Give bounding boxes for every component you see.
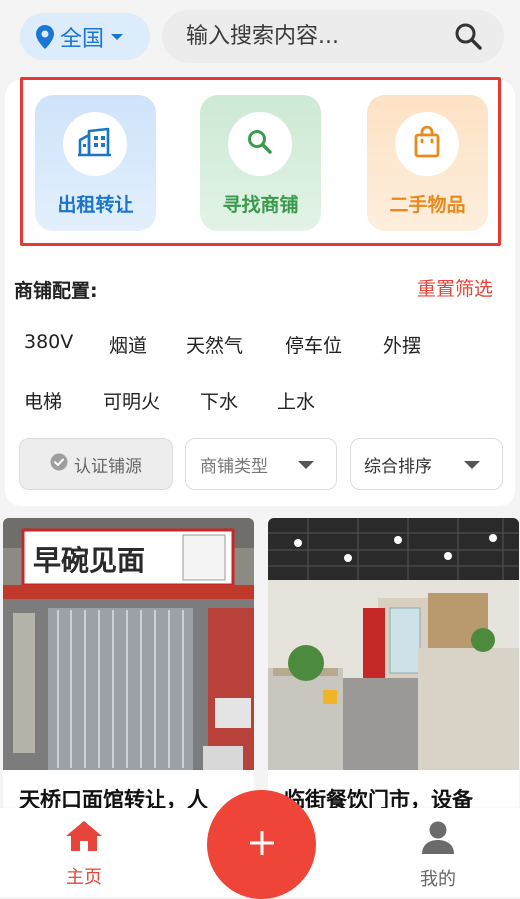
nav-home-label: 主页 bbox=[66, 867, 102, 888]
nav-mine[interactable]: 我的 bbox=[398, 820, 478, 891]
category-label: 出租转让 bbox=[57, 194, 134, 216]
category-label: 寻找商铺 bbox=[222, 194, 299, 216]
category-icon-circle bbox=[395, 112, 459, 176]
tag-water-supply[interactable]: 上水 bbox=[277, 387, 315, 414]
region-selector[interactable]: 全国 bbox=[20, 13, 150, 60]
tag-elevator[interactable]: 电梯 bbox=[24, 387, 62, 414]
listing-card[interactable]: 早碗见面 天桥口面馆转让，人 bbox=[3, 518, 254, 818]
category-second-hand[interactable]: 二手物品 bbox=[367, 95, 488, 231]
nav-home[interactable]: 主页 bbox=[44, 820, 124, 889]
verified-check-icon bbox=[50, 453, 68, 476]
tag-open-fire[interactable]: 可明火 bbox=[103, 387, 160, 414]
category-rent-transfer[interactable]: 出租转让 bbox=[35, 95, 156, 231]
tag-natural-gas[interactable]: 天然气 bbox=[186, 331, 243, 358]
region-label: 全国 bbox=[60, 26, 105, 52]
plus-icon bbox=[249, 830, 275, 860]
user-icon bbox=[421, 821, 455, 859]
home-icon bbox=[65, 821, 103, 857]
caret-down-icon bbox=[298, 461, 314, 469]
category-label: 二手物品 bbox=[389, 194, 466, 216]
nav-mine-label: 我的 bbox=[420, 869, 456, 890]
caret-down-icon bbox=[110, 32, 124, 42]
listing-photo bbox=[268, 518, 519, 770]
reset-filter-link[interactable]: 重置筛选 bbox=[417, 274, 493, 301]
location-pin-icon bbox=[36, 24, 54, 49]
search-bar bbox=[162, 10, 504, 63]
tag-chimney[interactable]: 烟道 bbox=[109, 331, 147, 358]
search-icon[interactable] bbox=[454, 22, 482, 56]
verified-label: 认证铺源 bbox=[74, 456, 142, 477]
tag-drainage[interactable]: 下水 bbox=[200, 387, 238, 414]
tag-parking[interactable]: 停车位 bbox=[285, 331, 342, 358]
add-post-button[interactable] bbox=[207, 790, 316, 899]
shop-config-title: 商铺配置: bbox=[14, 280, 98, 302]
shop-sign-text: 早碗见面 bbox=[33, 544, 145, 577]
category-icon-circle bbox=[63, 112, 127, 176]
shop-type-label: 商铺类型 bbox=[200, 456, 268, 477]
verified-source-toggle[interactable]: 认证铺源 bbox=[19, 438, 173, 490]
caret-down-icon bbox=[464, 461, 480, 469]
sort-dropdown[interactable]: 综合排序 bbox=[350, 438, 503, 490]
shopping-bag-icon bbox=[413, 125, 441, 162]
category-icon-circle bbox=[228, 112, 292, 176]
shop-type-dropdown[interactable]: 商铺类型 bbox=[185, 438, 337, 490]
sort-label: 综合排序 bbox=[364, 456, 432, 477]
listing-card[interactable]: 临街餐饮门市，设备 bbox=[268, 518, 519, 818]
tag-outdoor[interactable]: 外摆 bbox=[383, 331, 421, 358]
search-icon bbox=[246, 128, 274, 160]
listing-photo: 早碗见面 bbox=[3, 518, 254, 770]
building-icon bbox=[78, 127, 112, 161]
search-input[interactable] bbox=[186, 24, 426, 49]
tag-380v[interactable]: 380V bbox=[24, 331, 73, 353]
category-find-shop[interactable]: 寻找商铺 bbox=[200, 95, 321, 231]
top-bar: 全国 bbox=[0, 0, 520, 72]
